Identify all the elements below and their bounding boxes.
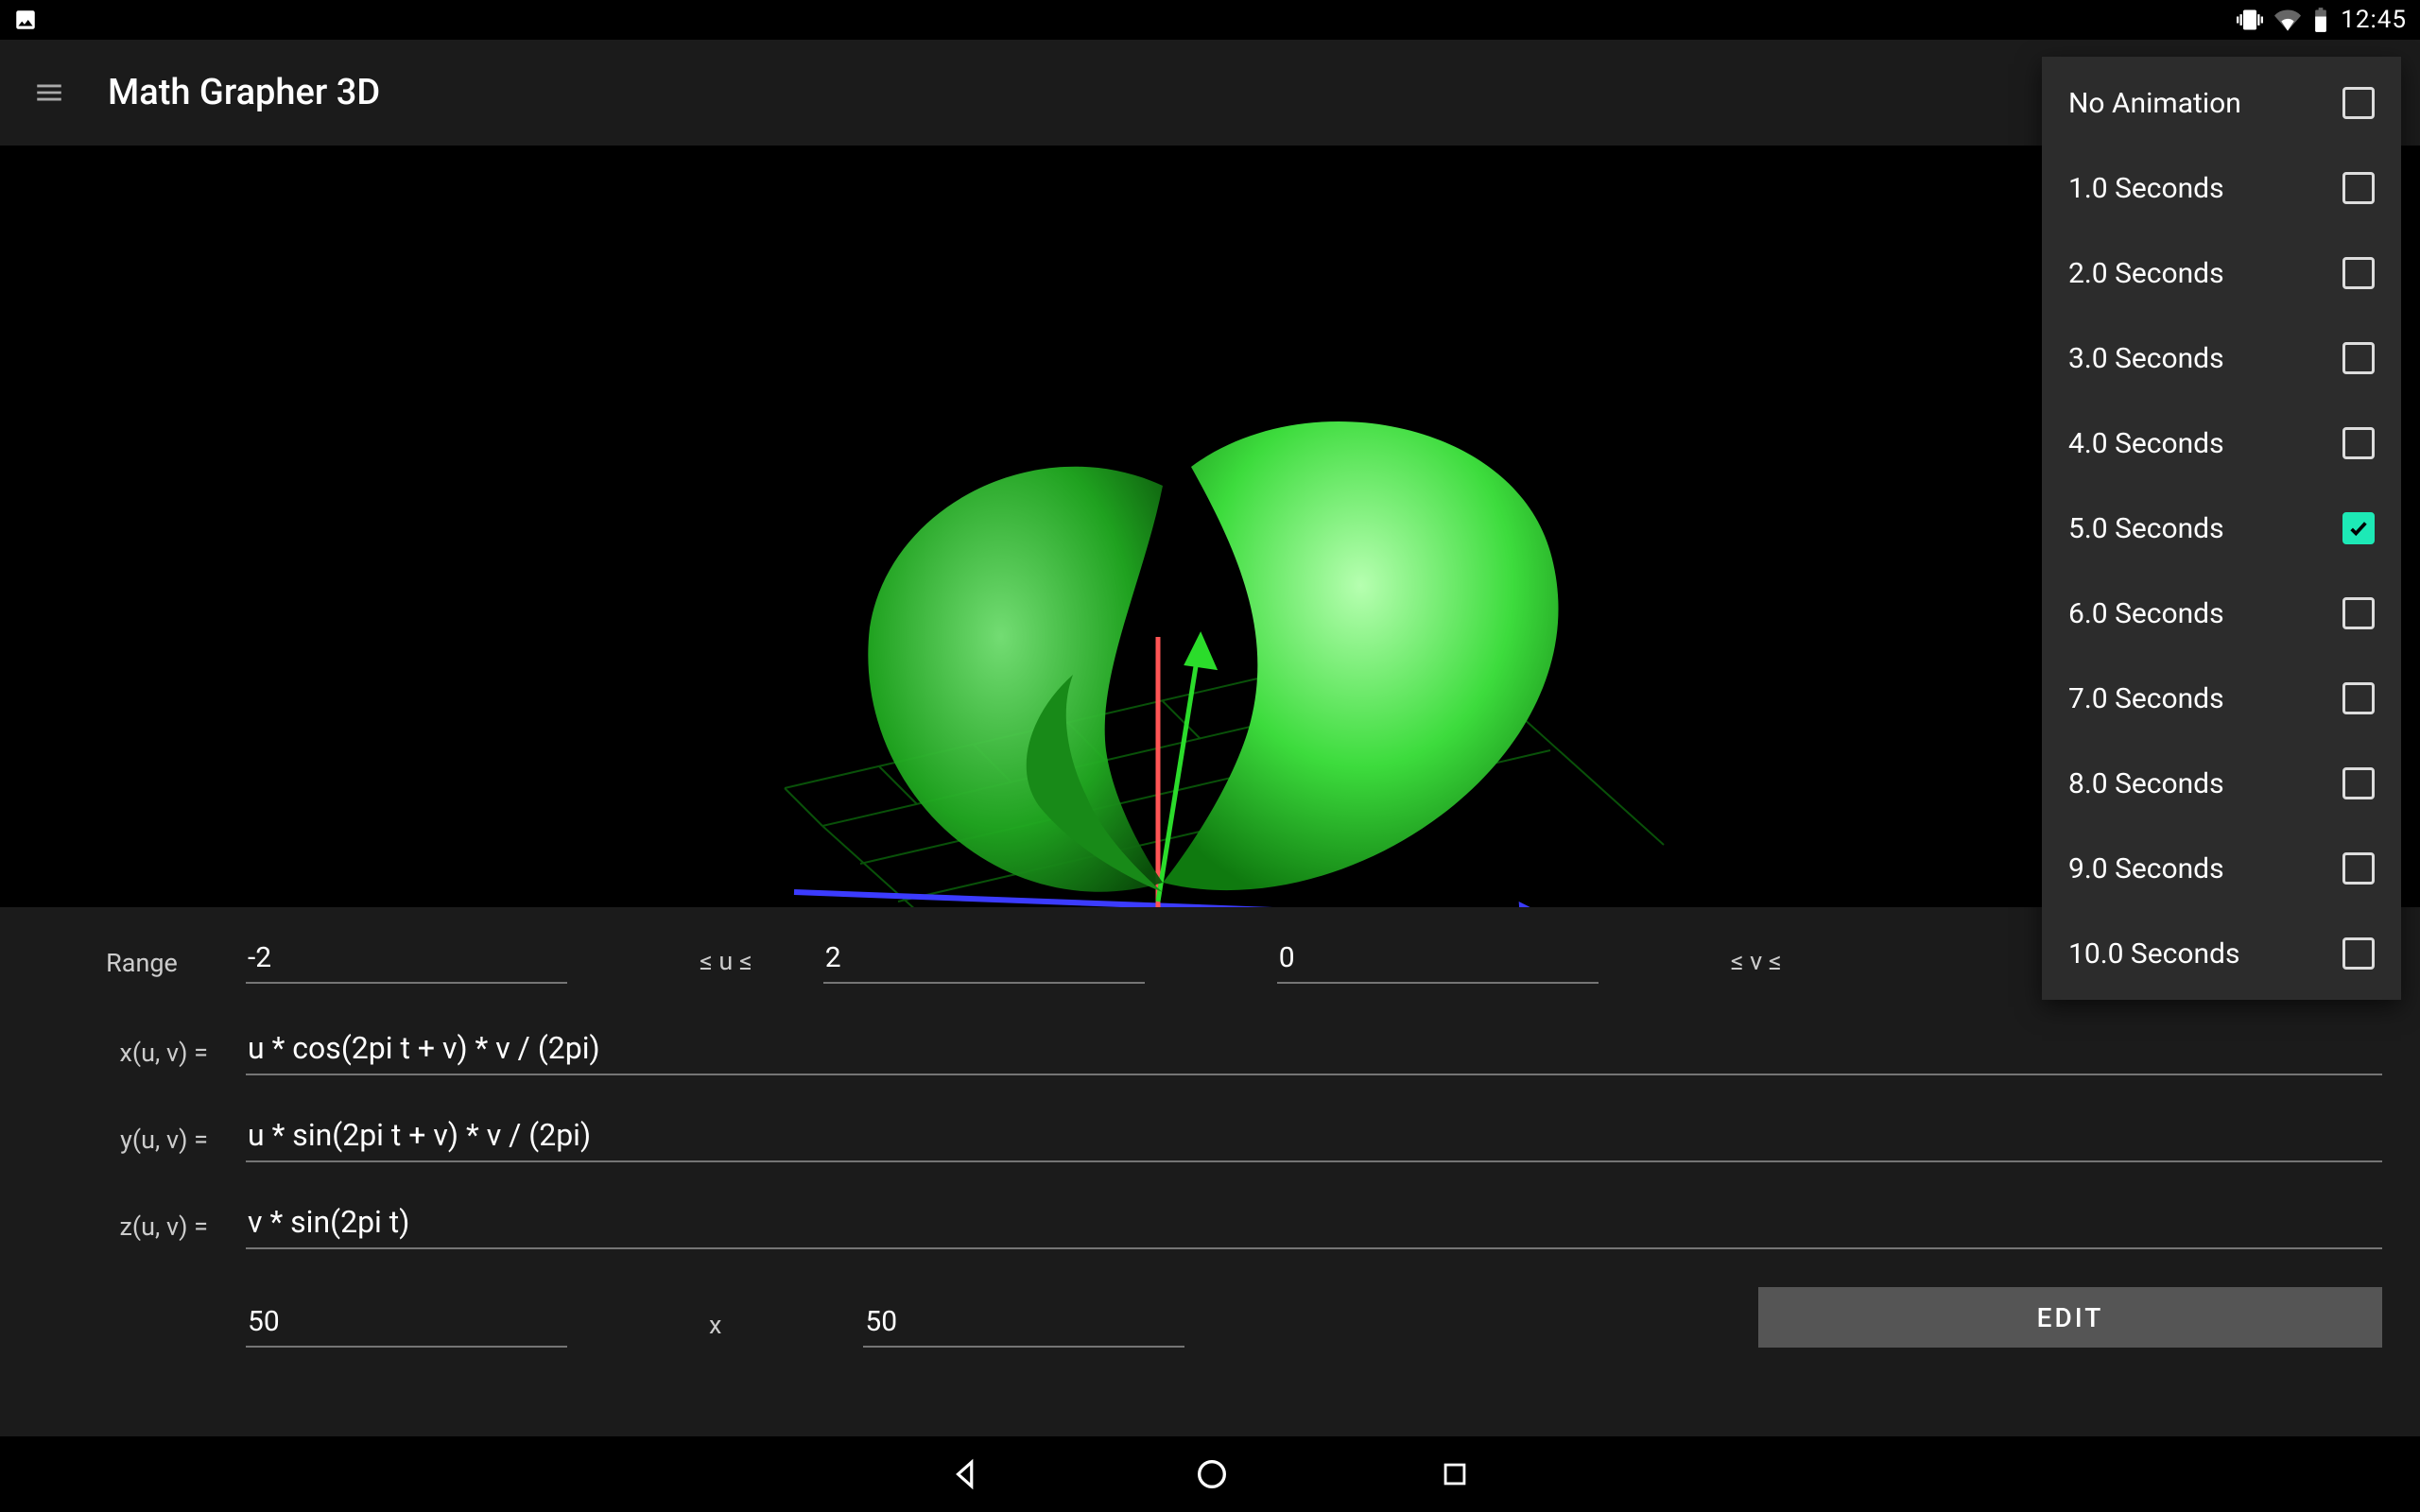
- checkbox[interactable]: [2342, 682, 2375, 714]
- vibrate-icon: [2237, 7, 2263, 33]
- v-min-input[interactable]: [1277, 937, 1599, 984]
- checkbox[interactable]: [2342, 87, 2375, 119]
- animation-option[interactable]: 7.0 Seconds: [2042, 656, 2401, 741]
- checkbox[interactable]: [2342, 427, 2375, 459]
- v-range-sep: ≤ v ≤: [1599, 946, 1782, 984]
- animation-option-label: 8.0 Seconds: [2068, 767, 2224, 800]
- nav-home-button[interactable]: [1193, 1455, 1231, 1493]
- wifi-icon: [2274, 7, 2301, 33]
- checkbox[interactable]: [2342, 512, 2375, 544]
- screen: 12:45 Math Grapher 3D: [0, 0, 2420, 1512]
- animation-option-label: 4.0 Seconds: [2068, 427, 2224, 460]
- animation-option-label: No Animation: [2068, 87, 2241, 120]
- y-equation-label: y(u, v) =: [38, 1125, 246, 1162]
- animation-option[interactable]: 4.0 Seconds: [2042, 401, 2401, 486]
- resolution-row: x EDIT: [38, 1287, 2382, 1348]
- x-equation-input[interactable]: [246, 1026, 2382, 1075]
- y-equation-input[interactable]: [246, 1113, 2382, 1162]
- range-row: Range ≤ u ≤ ≤ v ≤: [38, 937, 2382, 984]
- menu-button[interactable]: [28, 72, 70, 113]
- animation-option-label: 6.0 Seconds: [2068, 597, 2224, 630]
- animation-option[interactable]: 8.0 Seconds: [2042, 741, 2401, 826]
- nav-bar: [0, 1436, 2420, 1512]
- z-equation-row: z(u, v) =: [38, 1200, 2382, 1249]
- checkbox[interactable]: [2342, 767, 2375, 799]
- checkbox[interactable]: [2342, 852, 2375, 885]
- animation-option[interactable]: 6.0 Seconds: [2042, 571, 2401, 656]
- nav-back-button[interactable]: [949, 1456, 985, 1492]
- x-equation-row: x(u, v) =: [38, 1026, 2382, 1075]
- animation-option[interactable]: 5.0 Seconds: [2042, 486, 2401, 571]
- resolution-v-input[interactable]: [863, 1301, 1184, 1348]
- animation-duration-menu: No Animation 1.0 Seconds 2.0 Seconds 3.0 Se…: [2042, 57, 2401, 1000]
- checkbox[interactable]: [2342, 172, 2375, 204]
- app-title: Math Grapher 3D: [108, 72, 380, 113]
- animation-option-label: 9.0 Seconds: [2068, 852, 2224, 885]
- resolution-u-input[interactable]: [246, 1301, 567, 1348]
- nav-recent-button[interactable]: [1439, 1458, 1471, 1490]
- animation-option-label: 3.0 Seconds: [2068, 342, 2224, 375]
- image-icon: [13, 8, 38, 32]
- animation-option[interactable]: 1.0 Seconds: [2042, 146, 2401, 231]
- animation-option-label: 5.0 Seconds: [2068, 512, 2224, 545]
- u-max-input[interactable]: [823, 937, 1145, 984]
- resolution-sep: x: [567, 1310, 863, 1348]
- z-equation-label: z(u, v) =: [38, 1211, 246, 1249]
- edit-button[interactable]: EDIT: [1758, 1287, 2382, 1348]
- animation-option[interactable]: No Animation: [2042, 60, 2401, 146]
- animation-option[interactable]: 3.0 Seconds: [2042, 316, 2401, 401]
- status-bar: 12:45: [0, 0, 2420, 40]
- animation-option[interactable]: 9.0 Seconds: [2042, 826, 2401, 911]
- status-clock: 12:45: [2341, 6, 2407, 34]
- animation-option[interactable]: 2.0 Seconds: [2042, 231, 2401, 316]
- checkbox[interactable]: [2342, 257, 2375, 289]
- checkbox[interactable]: [2342, 342, 2375, 374]
- battery-icon: [2312, 7, 2329, 33]
- animation-option-label: 1.0 Seconds: [2068, 172, 2224, 205]
- animation-option-label: 10.0 Seconds: [2068, 937, 2239, 971]
- x-equation-label: x(u, v) =: [38, 1038, 246, 1075]
- checkbox[interactable]: [2342, 597, 2375, 629]
- status-right: 12:45: [2237, 6, 2407, 34]
- animation-option-label: 2.0 Seconds: [2068, 257, 2224, 290]
- checkbox[interactable]: [2342, 937, 2375, 970]
- status-left: [13, 8, 38, 32]
- z-equation-input[interactable]: [246, 1200, 2382, 1249]
- range-label: Range: [38, 948, 246, 984]
- animation-option-label: 7.0 Seconds: [2068, 682, 2224, 715]
- u-range-sep: ≤ u ≤: [567, 946, 823, 984]
- y-equation-row: y(u, v) =: [38, 1113, 2382, 1162]
- animation-option[interactable]: 10.0 Seconds: [2042, 911, 2401, 996]
- u-min-input[interactable]: [246, 937, 567, 984]
